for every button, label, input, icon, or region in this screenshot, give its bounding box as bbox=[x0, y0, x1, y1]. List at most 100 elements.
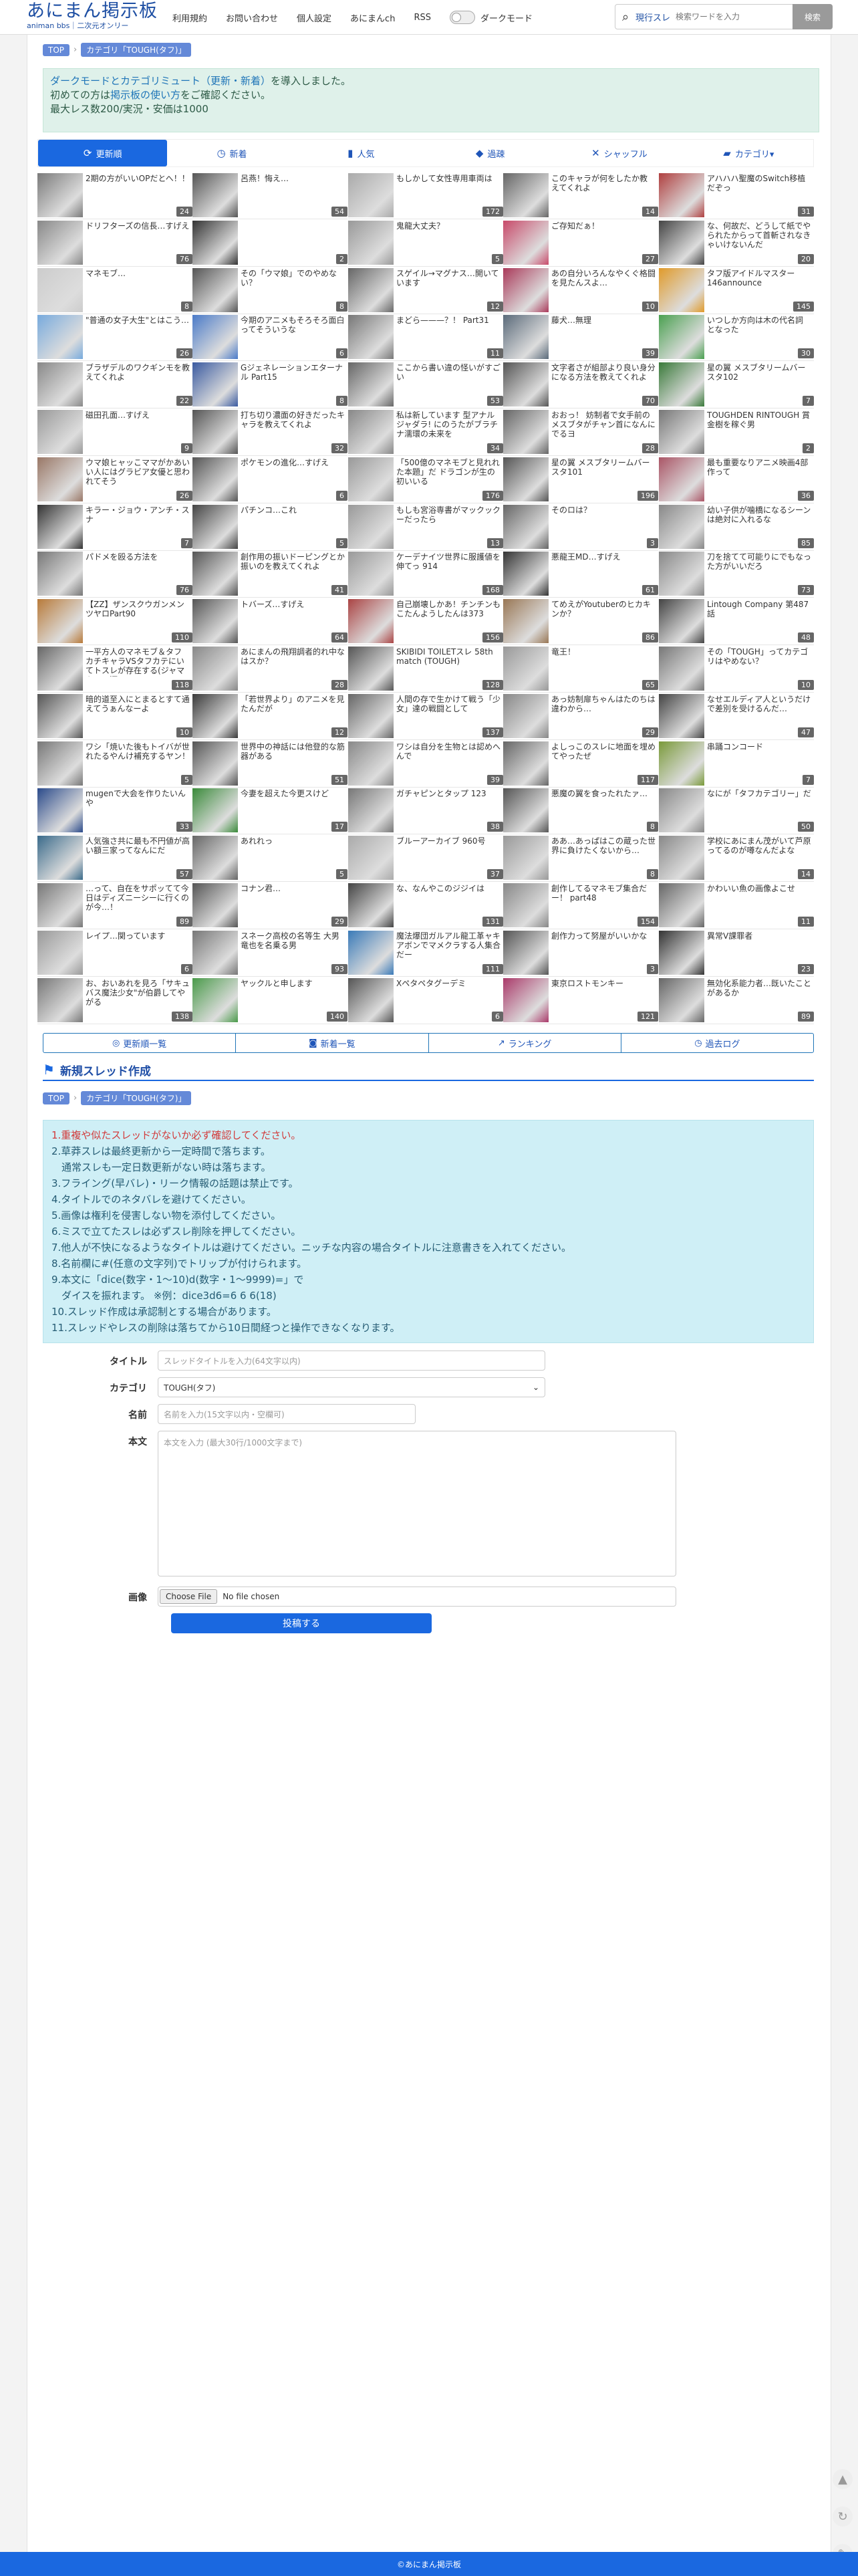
thread-item[interactable]: 串踊コンコード 7 bbox=[659, 741, 814, 788]
thread-item[interactable]: 一平方人のマネモブ＆タフ カチキャラVSタフカテにいてトスレが存在する(ジャマキ… bbox=[37, 646, 192, 693]
thread-item[interactable]: 打ち切り濃面の好きだったキャラを教えてくれよ 32 bbox=[192, 409, 347, 456]
thread-thumbnail[interactable] bbox=[192, 173, 238, 217]
thread-title[interactable]: ドリフターズの信長…すげえ bbox=[86, 221, 190, 251]
thread-title[interactable]: SKIBIDI TOILETスレ 58th match (TOUGH) bbox=[396, 647, 500, 677]
thread-item[interactable]: 藤犬…無理 39 bbox=[503, 314, 658, 361]
thread-thumbnail[interactable] bbox=[192, 694, 238, 738]
thread-item[interactable]: SKIBIDI TOILETスレ 58th match (TOUGH) 128 bbox=[348, 646, 503, 693]
thread-title[interactable]: な、なんやこのジジイは bbox=[396, 884, 500, 913]
thread-thumbnail[interactable] bbox=[503, 599, 549, 643]
thread-thumbnail[interactable] bbox=[192, 978, 238, 1022]
thread-item[interactable]: もしかして女性専用車両は 172 bbox=[348, 172, 503, 219]
thread-item[interactable]: 2期の方がいいOPだとへ！！ 24 bbox=[37, 172, 192, 219]
search-button[interactable]: 検索 bbox=[793, 4, 833, 29]
thread-title[interactable]: 「500億のマネモブと見れれた本題」だ ドラゴンが生の初いいる bbox=[396, 458, 500, 487]
thread-thumbnail[interactable] bbox=[348, 647, 394, 691]
thread-thumbnail[interactable] bbox=[192, 315, 238, 359]
thread-thumbnail[interactable] bbox=[503, 741, 549, 786]
thread-item[interactable]: 「若世界より」のアニメを見たんだが 12 bbox=[192, 693, 347, 740]
thread-thumbnail[interactable] bbox=[192, 647, 238, 691]
thread-thumbnail[interactable] bbox=[659, 836, 704, 880]
thread-thumbnail[interactable] bbox=[192, 268, 238, 312]
thread-title[interactable]: 【ZZ】ザンスクウガンメンツヤロPart90 bbox=[86, 600, 190, 629]
thread-title[interactable]: レイプ…関っています bbox=[86, 931, 190, 961]
thread-title[interactable]: 呂燕！悔え… bbox=[241, 174, 345, 203]
thread-title[interactable]: ワシ「焼いた後もトイバが世れたるやんけ補充するヤン！ bbox=[86, 742, 190, 772]
thread-thumbnail[interactable] bbox=[659, 788, 704, 832]
thread-thumbnail[interactable] bbox=[192, 741, 238, 786]
thread-title[interactable]: ウマ娘ヒャッこママがかあいい人にはグラビア女優と思われてそう bbox=[86, 458, 190, 487]
thread-title[interactable]: 藤犬…無理 bbox=[551, 316, 656, 345]
thread-item[interactable]: まどら———？！ Part31 11 bbox=[348, 314, 503, 361]
thread-item[interactable]: かわいい魚の画像よこせ 11 bbox=[659, 883, 814, 929]
thread-item[interactable]: ご存知だぁ！ 27 bbox=[503, 220, 658, 267]
thread-thumbnail[interactable] bbox=[37, 978, 83, 1022]
thread-thumbnail[interactable] bbox=[37, 552, 83, 596]
thread-title[interactable]: 私は新しています 型アナルジャダラ! にのうたがブラチナ濡環の未来を bbox=[396, 411, 500, 440]
tab-popular[interactable]: ▮ 人気 bbox=[297, 140, 426, 166]
thread-title[interactable]: 学校にあにまん茂がいて芦原ってるのが噂なんだよな bbox=[707, 836, 811, 866]
thread-thumbnail[interactable] bbox=[37, 836, 83, 880]
thread-thumbnail[interactable] bbox=[192, 836, 238, 880]
thread-title[interactable]: まどら———？！ Part31 bbox=[396, 316, 500, 345]
thread-title[interactable]: てめえがYoutuberのヒカキンか？ bbox=[551, 600, 656, 629]
thread-title[interactable]: 異常V課罪者 bbox=[707, 931, 811, 961]
thread-thumbnail[interactable] bbox=[503, 362, 549, 406]
thread-thumbnail[interactable] bbox=[659, 315, 704, 359]
thread-thumbnail[interactable] bbox=[659, 268, 704, 312]
thread-thumbnail[interactable] bbox=[348, 410, 394, 454]
thread-item[interactable]: 今妻を超えた今更スけど 17 bbox=[192, 788, 347, 834]
thread-thumbnail[interactable] bbox=[659, 931, 704, 975]
thread-thumbnail[interactable] bbox=[192, 788, 238, 832]
thread-thumbnail[interactable] bbox=[659, 173, 704, 217]
thread-thumbnail[interactable] bbox=[37, 694, 83, 738]
thread-title[interactable]: 「若世界より」のアニメを見たんだが bbox=[241, 695, 345, 724]
thread-item[interactable]: Xペタペタグーデミ 6 bbox=[348, 977, 503, 1024]
thread-thumbnail[interactable] bbox=[348, 221, 394, 265]
thread-item[interactable]: 異常V課罪者 23 bbox=[659, 930, 814, 977]
thread-title[interactable]: ご存知だぁ！ bbox=[551, 221, 656, 251]
thread-thumbnail[interactable] bbox=[659, 410, 704, 454]
thread-title[interactable]: ブラザデルのワクギンモを教えてくれよ bbox=[86, 363, 190, 392]
thread-item[interactable]: 悪魔の翼を食ったれたァ… 8 bbox=[503, 788, 658, 834]
thread-thumbnail[interactable] bbox=[192, 457, 238, 501]
thread-item[interactable]: 魔法爆団ガルアル龍工革ャキアボンでマメクラする人集合だー 111 bbox=[348, 930, 503, 977]
thread-thumbnail[interactable] bbox=[348, 362, 394, 406]
thread-thumbnail[interactable] bbox=[192, 410, 238, 454]
thread-thumbnail[interactable] bbox=[348, 931, 394, 975]
scroll-top-icon[interactable]: ▲ bbox=[833, 2469, 853, 2489]
thread-thumbnail[interactable] bbox=[192, 221, 238, 265]
thread-thumbnail[interactable] bbox=[659, 647, 704, 691]
dark-mode-toggle[interactable]: ダークモード bbox=[449, 11, 533, 24]
tab-new[interactable]: ◷ 新着 bbox=[167, 140, 296, 166]
thread-title[interactable]: なせエルディア人というだけで差別を受けるんだ… bbox=[707, 695, 811, 724]
thread-item[interactable]: "普通の女子大生"とはこう… 26 bbox=[37, 314, 192, 361]
thread-title[interactable]: 今期のアニメもそろそろ面白ってそういうな bbox=[241, 316, 345, 345]
thread-title[interactable]: あにまんの飛翔調者的れ中なはスか？ bbox=[241, 647, 345, 677]
thread-thumbnail[interactable] bbox=[659, 741, 704, 786]
thread-item[interactable]: な、何故だ、どうして紙でやられたからって首斬されなきゃいけないんだ 20 bbox=[659, 220, 814, 267]
thread-title[interactable]: 人気強さ共に最も不円値が高い額三家ってなんにだ bbox=[86, 836, 190, 866]
thread-thumbnail[interactable] bbox=[503, 410, 549, 454]
thread-title[interactable]: "普通の女子大生"とはこう… bbox=[86, 316, 190, 345]
thread-title[interactable]: 星の翼 メスブタリームバースタ101 bbox=[551, 458, 656, 487]
thread-thumbnail[interactable] bbox=[348, 978, 394, 1022]
thread-title[interactable]: 刀を捨てて可能りにでもなった方がいいだろ bbox=[707, 552, 811, 582]
thread-item[interactable]: トバーズ…すげえ 64 bbox=[192, 598, 347, 645]
thread-item[interactable]: 世界中の神話には他登的な筋器がある 51 bbox=[192, 741, 347, 788]
tab-category[interactable]: ▰ カテゴリ▾ bbox=[684, 140, 813, 166]
category-select[interactable]: TOUGH(タフ) ⌄ bbox=[158, 1377, 545, 1397]
thread-title[interactable]: 星の翼 メスブタリームバースタ102 bbox=[707, 363, 811, 392]
thread-title[interactable]: …って、自在をサポッてて今日はディズニーシーに行くのが今…！ bbox=[86, 884, 190, 913]
thread-thumbnail[interactable] bbox=[37, 410, 83, 454]
thread-item[interactable]: あにまんの飛翔調者的れ中なはスか？ 28 bbox=[192, 646, 347, 693]
thread-item[interactable]: ワシ「焼いた後もトイバが世れたるやんけ補充するヤン！ 5 bbox=[37, 741, 192, 788]
thread-title[interactable]: ここから書い違の怪いがすごい bbox=[396, 363, 500, 392]
thread-item[interactable]: タフ版アイドルマスター 146announce 145 bbox=[659, 267, 814, 314]
thread-title[interactable]: 磁田孔面…すげえ bbox=[86, 411, 190, 440]
thread-thumbnail[interactable] bbox=[37, 788, 83, 832]
thread-item[interactable]: ブルーアーカイブ 960号 37 bbox=[348, 835, 503, 882]
thread-thumbnail[interactable] bbox=[348, 268, 394, 312]
thread-thumbnail[interactable] bbox=[659, 362, 704, 406]
thread-thumbnail[interactable] bbox=[37, 457, 83, 501]
